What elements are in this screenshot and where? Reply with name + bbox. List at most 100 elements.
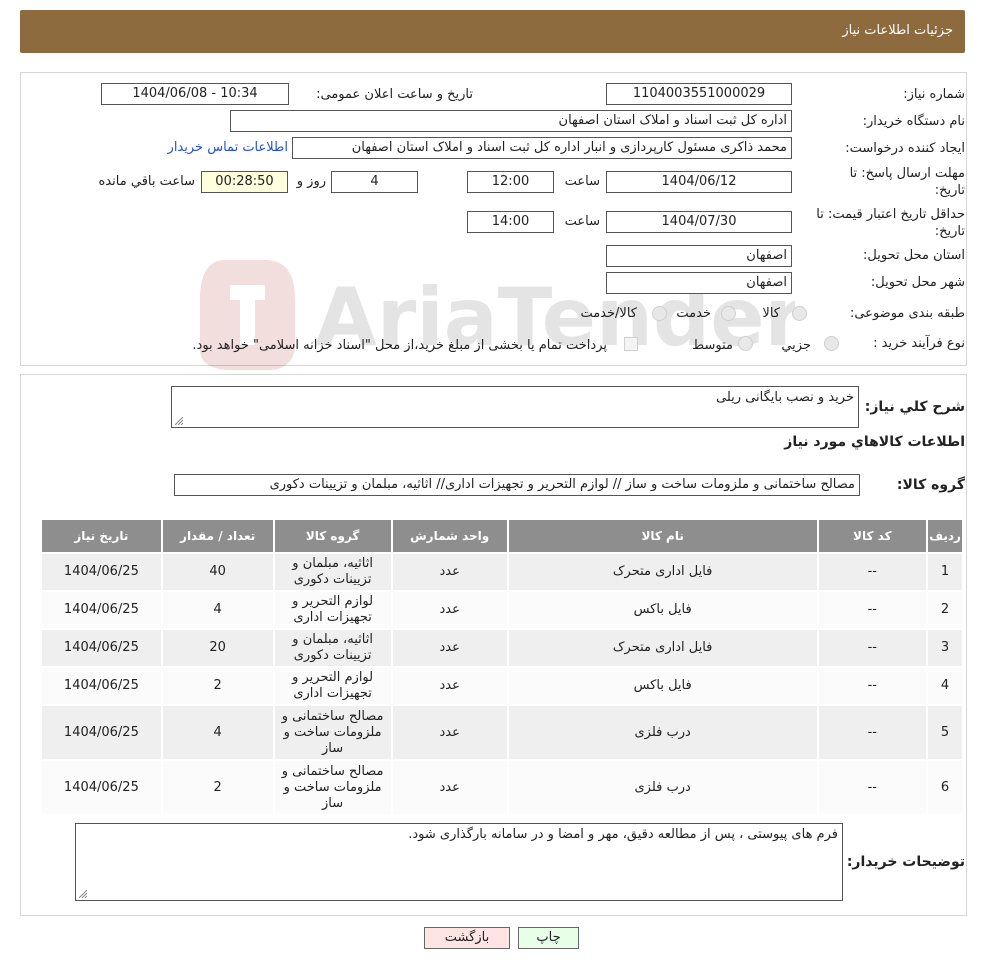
- cell-need-date: 1404/06/25: [40, 759, 163, 816]
- cell-goods-group: لوازم التحریر و تجهیزات اداری: [272, 666, 393, 706]
- city-field: اصفهان: [606, 272, 792, 294]
- resize-grip-icon[interactable]: [79, 890, 87, 898]
- cell-quantity: 40: [160, 552, 275, 592]
- cell-unit: عدد: [390, 552, 509, 592]
- cell-quantity: 4: [160, 590, 275, 630]
- cell-quantity: 20: [160, 628, 275, 668]
- cell-quantity: 2: [160, 666, 275, 706]
- goods-group-label: گروه کالا:: [896, 477, 965, 493]
- time-remaining-field: 00:28:50: [201, 171, 288, 193]
- print-button[interactable]: چاپ: [518, 927, 579, 949]
- goods-info-title: اطلاعات کالاهاي مورد نياز: [784, 434, 965, 450]
- deadline-label: مهلت ارسال پاسخ: تا: [849, 166, 965, 181]
- cell-quantity: 2: [160, 759, 275, 816]
- process-small-radio[interactable]: [824, 336, 839, 351]
- province-label: استان محل تحویل:: [863, 248, 965, 263]
- table-row: 4 -- فایل باکس عدد لوازم التحریر و تجهیز…: [40, 666, 964, 706]
- cell-goods-name: فایل اداری متحرک: [506, 552, 819, 592]
- summary-label: شرح كلي نياز:: [864, 399, 965, 415]
- cell-goods-code: --: [816, 759, 929, 816]
- cell-goods-name: درب فلزی: [506, 704, 819, 761]
- col-quantity: تعداد / مقدار: [160, 518, 275, 554]
- cell-goods-code: --: [816, 628, 929, 668]
- cell-row-number: 5: [926, 704, 964, 761]
- cell-goods-code: --: [816, 590, 929, 630]
- deadline-time-field: 12:00: [467, 171, 554, 193]
- cell-need-date: 1404/06/25: [40, 552, 163, 592]
- table-row: 5 -- درب فلزی عدد مصالح ساختمانی و ملزوم…: [40, 704, 964, 761]
- cell-unit: عدد: [390, 704, 509, 761]
- validity-time-label: ساعت: [564, 214, 600, 229]
- creator-field: محمد ذاکری مسئول کارپردازی و انبار اداره…: [292, 137, 792, 159]
- summary-text: خرید و نصب بایگانی ریلی: [171, 386, 859, 428]
- buyer-notes-value: فرم های پیوستی ، پس از مطالعه دقیق، مهر …: [408, 827, 838, 842]
- buyer-org-label: نام دستگاه خریدار:: [862, 114, 965, 129]
- col-unit: واحد شمارش: [390, 518, 509, 554]
- treasury-payment-checkbox[interactable]: [624, 337, 638, 351]
- table-row: 2 -- فایل باکس عدد لوازم التحریر و تجهیز…: [40, 590, 964, 630]
- col-need-date: تاریخ نیاز: [40, 518, 163, 554]
- goods-group-field: مصالح ساختمانی و ملزومات ساخت و ساز // ل…: [174, 474, 860, 496]
- cell-unit: عدد: [390, 759, 509, 816]
- process-type-label: نوع فرآیند خرید :: [873, 336, 965, 351]
- cell-goods-code: --: [816, 552, 929, 592]
- cell-unit: عدد: [390, 666, 509, 706]
- time-remaining-label: ساعت باقي مانده: [98, 174, 195, 189]
- cell-row-number: 2: [926, 590, 964, 630]
- deadline-time-label: ساعت: [564, 174, 600, 189]
- cell-goods-group: لوازم التحریر و تجهیزات اداری: [272, 590, 393, 630]
- process-medium-label: متوسط: [692, 338, 733, 353]
- cell-goods-name: درب فلزی: [506, 759, 819, 816]
- city-label: شهر محل تحویل:: [870, 275, 965, 290]
- back-button[interactable]: بازگشت: [424, 927, 510, 949]
- cell-goods-name: فایل باکس: [506, 666, 819, 706]
- goods-table-header: رديف کد کالا نام کالا واحد شمارش گروه کا…: [40, 518, 964, 554]
- cell-goods-code: --: [816, 704, 929, 761]
- province-field: اصفهان: [606, 245, 792, 267]
- category-both-label: کالا/خدمت: [580, 306, 637, 321]
- need-number-label: شماره نیاز:: [903, 87, 965, 102]
- treasury-payment-note: پرداخت تمام یا بخشی از مبلغ خرید،از محل …: [192, 338, 607, 353]
- process-small-label: جزیي: [781, 338, 811, 353]
- cell-goods-name: فایل باکس: [506, 590, 819, 630]
- category-label: طبقه بندی موضوعی:: [849, 306, 965, 321]
- category-service-radio[interactable]: [721, 306, 736, 321]
- cell-row-number: 4: [926, 666, 964, 706]
- cell-need-date: 1404/06/25: [40, 628, 163, 668]
- cell-goods-code: --: [816, 666, 929, 706]
- category-both-radio[interactable]: [652, 306, 667, 321]
- table-row: 6 -- درب فلزی عدد مصالح ساختمانی و ملزوم…: [40, 759, 964, 816]
- table-row: 1 -- فایل اداری متحرک عدد اثاثیه، مبلمان…: [40, 552, 964, 592]
- process-medium-radio[interactable]: [738, 336, 753, 351]
- category-service-label: خدمت: [676, 306, 711, 321]
- goods-table: رديف کد کالا نام کالا واحد شمارش گروه کا…: [40, 518, 964, 816]
- cell-need-date: 1404/06/25: [40, 590, 163, 630]
- deadline-date-field: 1404/06/12: [606, 171, 792, 193]
- days-label: روز و: [296, 174, 326, 189]
- col-goods-group: گروه کالا: [272, 518, 393, 554]
- deadline-label-date: تاریخ:: [934, 183, 965, 198]
- col-row-number: رديف: [926, 518, 964, 554]
- validity-label-date: تاریخ:: [934, 224, 965, 239]
- cell-goods-group: مصالح ساختمانی و ملزومات ساخت و ساز: [272, 759, 393, 816]
- cell-goods-group: مصالح ساختمانی و ملزومات ساخت و ساز: [272, 704, 393, 761]
- validity-label: حداقل تاریخ اعتبار قیمت: تا: [816, 207, 965, 222]
- buyer-notes-label: توضیحات خریدار:: [846, 854, 965, 870]
- category-goods-radio[interactable]: [792, 306, 807, 321]
- page-header: جزئیات اطلاعات نیاز: [20, 10, 965, 53]
- col-goods-name: نام کالا: [506, 518, 819, 554]
- cell-goods-group: اثاثیه، مبلمان و تزیینات دکوری: [272, 552, 393, 592]
- validity-time-field: 14:00: [467, 211, 554, 233]
- buyer-notes-text: فرم های پیوستی ، پس از مطالعه دقیق، مهر …: [75, 823, 843, 901]
- cell-goods-name: فایل اداری متحرک: [506, 628, 819, 668]
- resize-grip-icon[interactable]: [175, 417, 183, 425]
- validity-date-field: 1404/07/30: [606, 211, 792, 233]
- cell-row-number: 1: [926, 552, 964, 592]
- announce-datetime-label: تاریخ و ساعت اعلان عمومی:: [316, 87, 473, 102]
- page-title: جزئیات اطلاعات نیاز: [842, 23, 953, 38]
- cell-unit: عدد: [390, 590, 509, 630]
- days-remaining-field: 4: [331, 171, 418, 193]
- cell-row-number: 3: [926, 628, 964, 668]
- buyer-contact-link[interactable]: اطلاعات تماس خریدار: [168, 140, 288, 155]
- creator-label: ایجاد کننده درخواست:: [845, 141, 965, 156]
